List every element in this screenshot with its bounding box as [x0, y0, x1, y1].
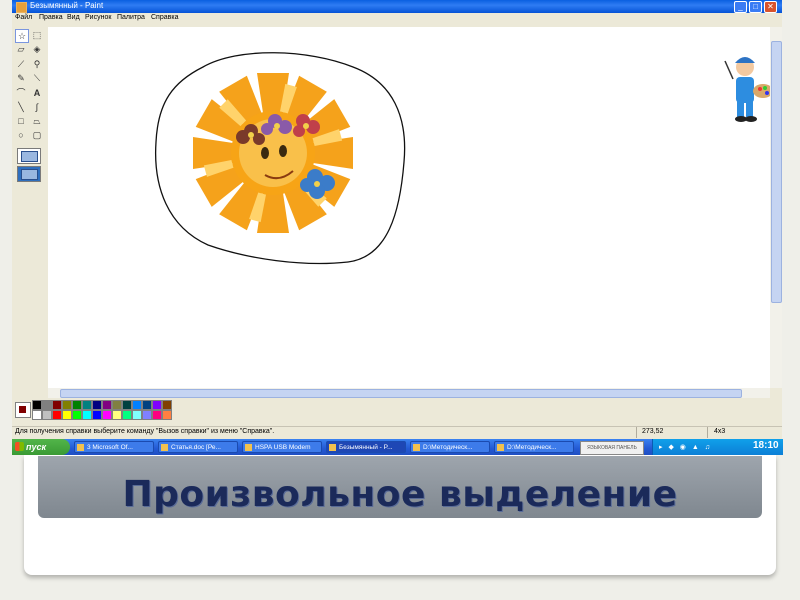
toolbox: ☆ ⬚ ▱ ◈ ⟋ ⚲ ✎ ⟍ ⌒ A ╲ ∫ □ ⏢ ○ ▢: [12, 25, 48, 395]
palette-swatch[interactable]: [122, 400, 132, 410]
menu-image[interactable]: Рисунок: [85, 14, 111, 21]
taskbar: пуск 3 Microsoft Of... Статья.doc [Ре...…: [12, 439, 783, 455]
status-selection-size: 4x3: [714, 428, 726, 435]
pencil-tool[interactable]: ✎: [15, 72, 27, 84]
clock: 18:10: [753, 440, 779, 451]
current-colors[interactable]: [15, 402, 31, 418]
color-palette: [12, 398, 782, 422]
palette-swatch[interactable]: [122, 410, 132, 420]
palette-swatch[interactable]: [42, 400, 52, 410]
text-tool[interactable]: A: [31, 87, 43, 99]
close-button[interactable]: ✕: [764, 1, 777, 13]
taskbar-item-article[interactable]: Статья.doc [Ре...: [158, 441, 238, 453]
minimize-button[interactable]: _: [734, 1, 747, 13]
status-bar: Для получения справки выберите команду "…: [12, 426, 782, 438]
curve-tool[interactable]: ∫: [31, 101, 43, 113]
system-tray: ▸ ◆ ◉ ▲ ♫ 18:10: [652, 439, 783, 455]
taskbar-item-folder-1[interactable]: D:\Методическ...: [410, 441, 490, 453]
status-help-text: Для получения справки выберите команду "…: [15, 428, 275, 435]
polygon-tool[interactable]: ⏢: [31, 115, 43, 127]
menu-help[interactable]: Справка: [151, 14, 178, 21]
palette-swatch[interactable]: [32, 400, 42, 410]
palette-swatch[interactable]: [92, 410, 102, 420]
language-bar[interactable]: ЯЗЫКОВАЯ ПАНЕЛЬ: [580, 441, 644, 455]
palette-swatch[interactable]: [142, 410, 152, 420]
horizontal-scrollbar[interactable]: [48, 388, 770, 398]
start-label: пуск: [26, 442, 47, 452]
palette-swatch[interactable]: [162, 410, 172, 420]
pick-color-tool[interactable]: ⟋: [15, 58, 27, 70]
slide-title: Произвольное выделение: [122, 474, 678, 515]
menu-edit[interactable]: Правка: [39, 14, 63, 21]
palette-swatch[interactable]: [132, 400, 142, 410]
palette-swatch[interactable]: [72, 410, 82, 420]
canvas-drawing: [154, 52, 773, 265]
window-title: Безымянный - Paint: [30, 1, 104, 10]
free-select-tool[interactable]: ☆: [15, 29, 29, 43]
menu-colors[interactable]: Палитра: [117, 14, 145, 21]
palette-swatch[interactable]: [52, 410, 62, 420]
palette-swatch[interactable]: [142, 400, 152, 410]
menu-file[interactable]: Файл: [15, 14, 32, 21]
maximize-button[interactable]: □: [749, 1, 762, 13]
palette-swatch[interactable]: [102, 410, 112, 420]
sun-icon: [193, 73, 353, 233]
vertical-scrollbar[interactable]: [770, 27, 782, 388]
palette-swatch[interactable]: [62, 400, 72, 410]
windows-logo-icon: [15, 442, 24, 451]
drawing-canvas[interactable]: [48, 27, 773, 388]
magnifier-tool[interactable]: ⚲: [31, 58, 43, 70]
palette-swatch[interactable]: [82, 400, 92, 410]
eraser-tool[interactable]: ▱: [15, 43, 27, 55]
start-button[interactable]: пуск: [12, 439, 70, 455]
transparent-selection-option[interactable]: [17, 166, 41, 182]
ellipse-tool[interactable]: ○: [15, 129, 27, 141]
rect-select-tool[interactable]: ⬚: [31, 29, 43, 41]
foreground-color-swatch: [18, 405, 27, 414]
line-tool[interactable]: ╲: [15, 101, 27, 113]
opaque-selection-option[interactable]: [17, 148, 41, 164]
airbrush-tool[interactable]: ⌒: [15, 87, 27, 99]
palette-swatch[interactable]: [62, 410, 72, 420]
palette-swatch[interactable]: [82, 410, 92, 420]
status-coordinates: 273,52: [642, 428, 664, 435]
palette-swatch[interactable]: [112, 410, 122, 420]
palette-swatch[interactable]: [152, 410, 162, 420]
title-bar[interactable]: Безымянный - Paint _ □ ✕: [12, 0, 782, 13]
paint-window: Безымянный - Paint _ □ ✕ Файл Правка Вид…: [12, 0, 782, 455]
rectangle-tool[interactable]: □: [15, 115, 27, 127]
palette-swatch[interactable]: [162, 400, 172, 410]
taskbar-item-modem[interactable]: HSPA USB Modem: [242, 441, 322, 453]
fill-tool[interactable]: ◈: [31, 43, 43, 55]
painter-mascot-icon: [724, 57, 773, 122]
palette-swatch[interactable]: [152, 400, 162, 410]
canvas-area: [48, 27, 773, 388]
palette-swatch[interactable]: [32, 410, 42, 420]
menu-bar: Файл Правка Вид Рисунок Палитра Справка: [12, 13, 782, 25]
paint-app-icon: [16, 2, 27, 13]
rounded-rect-tool[interactable]: ▢: [31, 129, 43, 141]
menu-view[interactable]: Вид: [67, 14, 80, 21]
taskbar-item-folder-2[interactable]: D:\Методическ...: [494, 441, 574, 453]
taskbar-item-paint[interactable]: Безымянный - P...: [326, 441, 406, 453]
palette-swatch[interactable]: [72, 400, 82, 410]
tray-icons[interactable]: ▸ ◆ ◉ ▲ ♫: [659, 443, 712, 451]
palette-swatch[interactable]: [102, 400, 112, 410]
palette-swatch[interactable]: [52, 400, 62, 410]
brush-tool[interactable]: ⟍: [31, 72, 43, 84]
palette-swatch[interactable]: [92, 400, 102, 410]
taskbar-item-word[interactable]: 3 Microsoft Of...: [74, 441, 154, 453]
palette-swatch[interactable]: [42, 410, 52, 420]
palette-swatch[interactable]: [132, 410, 142, 420]
palette-swatch[interactable]: [112, 400, 122, 410]
